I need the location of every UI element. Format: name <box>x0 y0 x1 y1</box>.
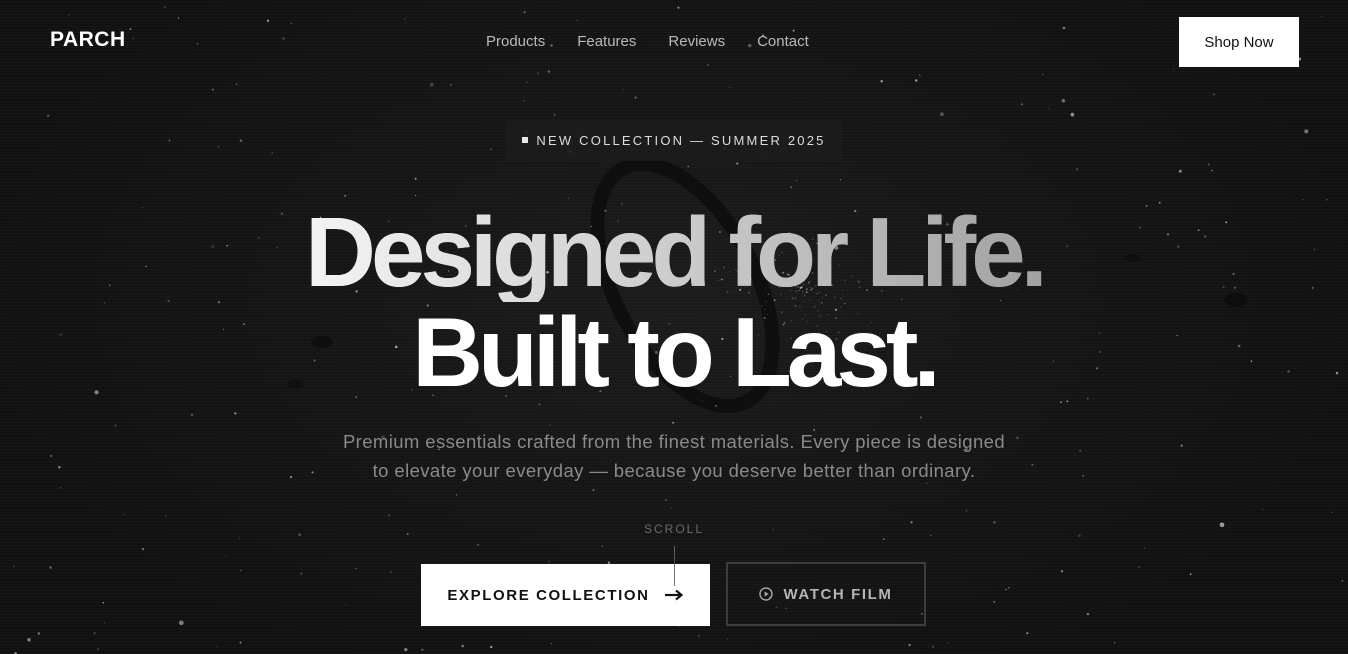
nav-item-features[interactable]: Features <box>561 31 652 53</box>
watch-film-button[interactable]: WATCH FILM <box>726 562 926 626</box>
hero-description: Premium essentials crafted from the fine… <box>342 431 1006 481</box>
collection-badge: NEW COLLECTION — SUMMER 2025 <box>507 120 841 161</box>
headline-line-1-text: Designed for Life. <box>305 197 1048 307</box>
explore-collection-label: EXPLORE COLLECTION <box>447 586 650 604</box>
brand-logo[interactable]: PARCH <box>50 28 126 52</box>
main-nav: Products Features Reviews Contact <box>470 31 825 53</box>
scroll-indicator-label: SCROLL <box>643 522 705 536</box>
nav-item-products[interactable]: Products <box>470 31 561 53</box>
arrow-right-icon <box>664 589 683 601</box>
headline-line-1: Designed for Life. <box>0 202 1348 302</box>
headline-line-2: Built to Last. <box>412 297 940 407</box>
shop-now-button[interactable]: Shop Now <box>1179 17 1299 67</box>
nav-item-contact[interactable]: Contact <box>741 31 825 53</box>
play-circle-icon <box>759 587 774 601</box>
watch-film-label: WATCH FILM <box>783 585 893 603</box>
badge-label: NEW COLLECTION — SUMMER 2025 <box>536 133 826 148</box>
nav-item-reviews[interactable]: Reviews <box>652 31 741 53</box>
scroll-indicator-line-overlap <box>674 564 675 586</box>
square-bullet-icon <box>522 136 529 143</box>
explore-collection-button[interactable]: EXPLORE COLLECTION <box>421 564 710 626</box>
hero-section: PARCH Products Features Reviews Contact … <box>0 0 1348 654</box>
